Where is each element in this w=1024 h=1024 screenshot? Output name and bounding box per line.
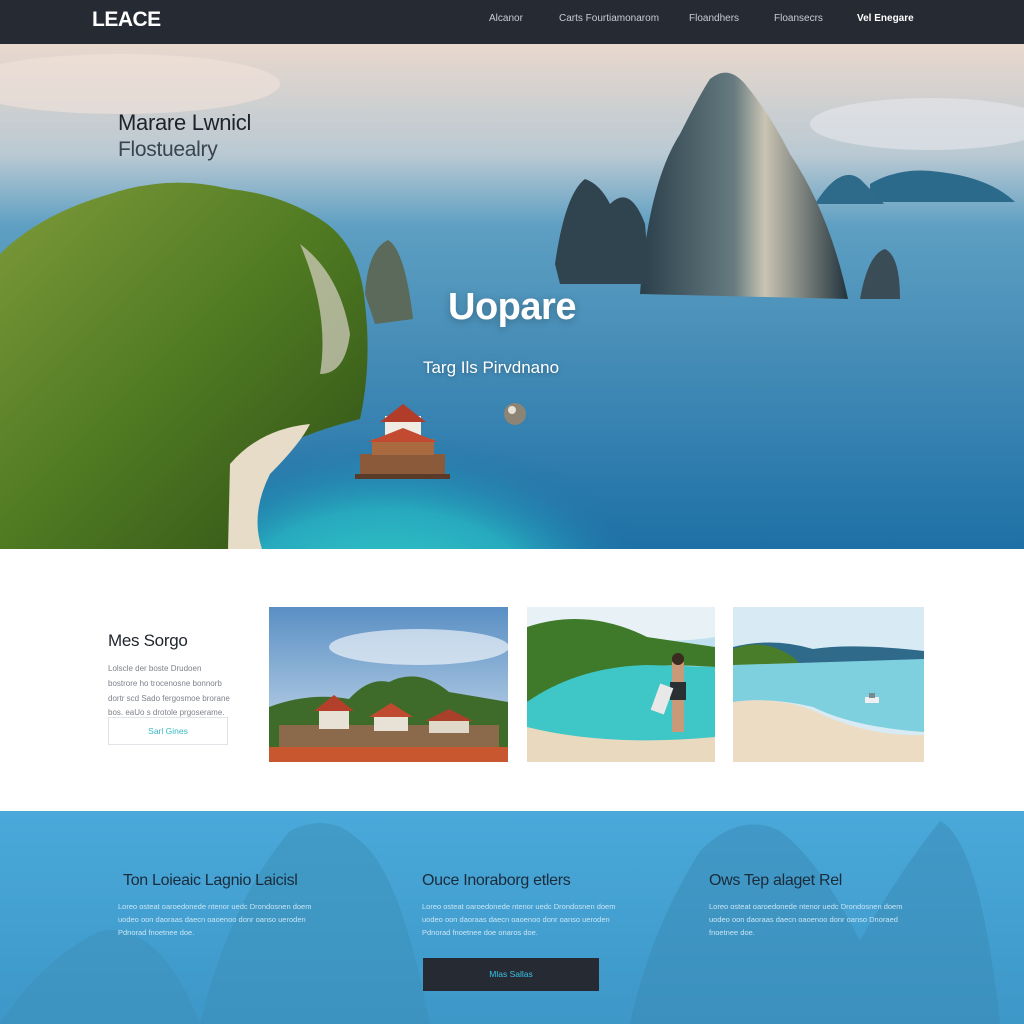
- beach-boat-image: [733, 607, 924, 762]
- column-2-body: Loreo osteat oaroedonede ntenor uedc Dro…: [422, 902, 616, 937]
- site-logo[interactable]: LEACE: [92, 8, 161, 32]
- feature-body: Lolscle der boste Drudoen bostrore ho tr…: [108, 664, 230, 718]
- column-2-title: Ouce Inoraborg etlers: [422, 872, 571, 889]
- column-3-body: Loreo osteat oaroedonede ntenor uedc Dro…: [709, 902, 903, 937]
- feature-button[interactable]: Sarl Gines: [108, 717, 228, 745]
- feature-section: Mes Sorgo Lolscle der boste Drudoen bost…: [0, 549, 1024, 811]
- feature-title: Mes Sorgo: [108, 631, 188, 650]
- bottom-section: Ton Loieaic Lagnio Laicisl Loreo osteat …: [0, 811, 1024, 1024]
- hero-kicker: Marare Lwnicl: [118, 110, 252, 135]
- cta-button[interactable]: Mlas Sallas: [423, 958, 599, 991]
- hero-kicker-sub: Flostuealry: [118, 138, 218, 161]
- column-1-body: Loreo osteat oaroedonede ntenor uedc Dro…: [118, 902, 312, 937]
- nav-link-3[interactable]: Floandhers: [689, 13, 739, 24]
- column-1-title: Ton Loieaic Lagnio Laicisl: [123, 872, 298, 889]
- photo-beach-person[interactable]: [527, 607, 715, 762]
- column-3-title: Ows Tep alaget Rel: [709, 872, 843, 889]
- nav-link-1[interactable]: Alcanor: [489, 13, 523, 24]
- beach-person-image: [527, 607, 715, 762]
- hero-section: Marare Lwnicl Flostuealry Uopare Targ Il…: [0, 44, 1024, 549]
- nav-link-4[interactable]: Floansecrs: [774, 13, 823, 24]
- nav-link-2[interactable]: Carts Fourtiamonarom: [559, 13, 659, 24]
- nav-link-5[interactable]: Vel Enegare: [857, 13, 914, 24]
- temple-photo-image: [269, 607, 508, 762]
- hero-title: Uopare: [448, 286, 576, 328]
- hero-subtitle: Targ Ils Pirvdnano: [422, 358, 560, 377]
- photo-temple[interactable]: [269, 607, 508, 762]
- top-nav: LEACE Alcanor Carts Fourtiamonarom Floan…: [0, 0, 1024, 44]
- photo-beach-boat[interactable]: [733, 607, 924, 762]
